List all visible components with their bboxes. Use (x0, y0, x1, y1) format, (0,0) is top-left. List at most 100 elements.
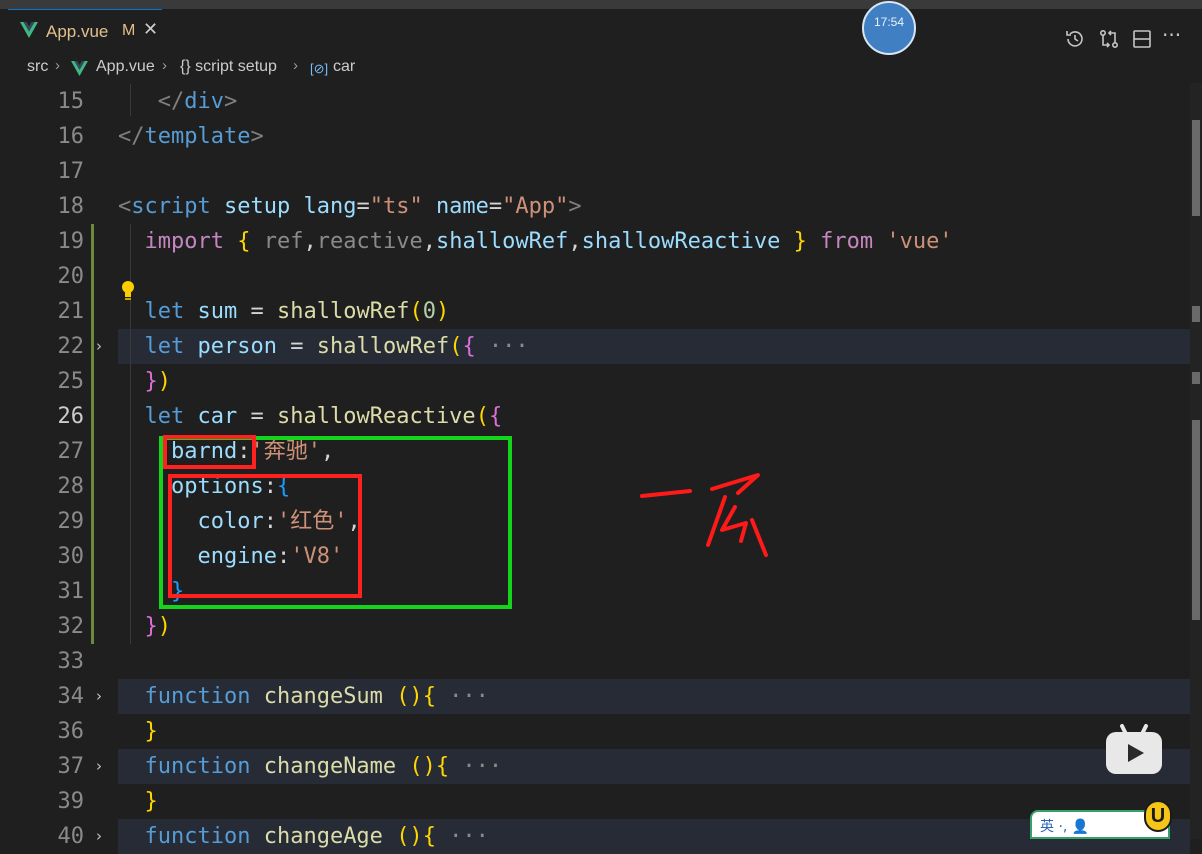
code-token: = (488, 194, 503, 219)
code-token: import (144, 229, 224, 254)
code-token: </ (157, 89, 185, 114)
code-token: color (197, 509, 264, 534)
tab-label: App.vue (46, 22, 109, 41)
line-number: 16 (57, 124, 85, 149)
code-line[interactable]: 37 › function changeName (){ ··· (0, 749, 1190, 784)
code-line[interactable]: 25 }) (0, 364, 1190, 399)
line-number: 28 (57, 474, 85, 499)
code-token: , (422, 229, 436, 254)
code-token: shallowReactive (581, 229, 781, 254)
video-play-icon[interactable] (1104, 716, 1164, 776)
code-token: barnd (170, 439, 238, 464)
code-token: let (144, 404, 185, 429)
code-line[interactable]: 17 (0, 154, 1190, 189)
code-token: let (144, 334, 185, 359)
code-token: </ (118, 124, 145, 149)
code-token: , (347, 509, 361, 534)
code-token: ref (263, 229, 304, 254)
code-token: changeName (263, 754, 397, 779)
code-token: ··· (435, 824, 489, 849)
code-line[interactable]: 30 engine:'V8' (0, 539, 1190, 574)
code-token: > (250, 124, 264, 149)
code-line[interactable]: 15 </div> (0, 84, 1190, 119)
code-token: "App" (502, 194, 569, 219)
fold-chevron-icon[interactable]: › (96, 749, 102, 784)
code-token: < (118, 194, 132, 219)
scrollbar-thumb[interactable] (1192, 120, 1200, 216)
close-icon[interactable]: ✕ (143, 19, 158, 40)
code-token: = (276, 334, 317, 359)
line-number: 21 (57, 299, 85, 324)
code-line[interactable]: 31 } (0, 574, 1190, 609)
fold-chevron-icon[interactable]: › (96, 819, 102, 854)
code-line[interactable]: 16 </template> (0, 119, 1190, 154)
code-line[interactable]: 19 import { ref,reactive,shallowRef,shal… (0, 224, 1190, 259)
code-token: let (144, 299, 185, 324)
clock-badge: 17:54 (862, 1, 916, 55)
code-line[interactable]: 21 let sum = shallowRef(0) (0, 294, 1190, 329)
code-line[interactable]: 33 (0, 644, 1190, 679)
code-token: , (320, 439, 335, 464)
vue-icon (20, 22, 38, 38)
code-token: : (237, 439, 251, 464)
code-line[interactable]: 34 › function changeSum (){ ··· (0, 679, 1190, 714)
line-number: 33 (57, 649, 85, 674)
code-text: }) (118, 609, 172, 644)
code-line[interactable]: 29 color:'红色', (0, 504, 1190, 539)
code-line[interactable]: 40 › function changeAge (){ ··· (0, 819, 1190, 854)
timeline-icon[interactable] (1063, 27, 1087, 51)
ime-badge[interactable]: U (1144, 800, 1172, 832)
code-token: : (276, 544, 291, 569)
code-line[interactable]: 20 (0, 259, 1190, 294)
code-token: , (568, 229, 582, 254)
breadcrumb-script-setup[interactable]: {} script setup (180, 58, 277, 76)
fold-chevron-icon[interactable]: › (96, 679, 102, 714)
code-text: options:{ (118, 469, 290, 504)
code-token: = (237, 299, 277, 324)
code-text: </div> (118, 84, 238, 119)
code-text: engine:'V8' (118, 539, 343, 574)
more-actions-icon[interactable]: ··· (1162, 23, 1186, 47)
code-line[interactable]: 28 options:{ (0, 469, 1190, 504)
breadcrumb-car[interactable]: car (333, 58, 355, 76)
line-number: 34 (57, 684, 85, 709)
code-line[interactable]: 32 }) (0, 609, 1190, 644)
tab-app-vue[interactable]: App.vue M ✕ (8, 9, 162, 53)
code-token: script (131, 194, 211, 219)
code-token: = (237, 404, 277, 429)
code-token: shallowReactive (277, 404, 476, 429)
code-text: let person = shallowRef({ ··· (118, 329, 529, 364)
modified-indicator: M (122, 22, 136, 39)
split-editor-icon[interactable] (1130, 27, 1154, 51)
code-line[interactable]: 36 } (0, 714, 1190, 749)
code-line[interactable]: 18 <script setup lang="ts" name="App"> (0, 189, 1190, 224)
line-number: 30 (57, 544, 85, 569)
line-number: 15 (57, 89, 85, 114)
window-top-strip (0, 0, 1202, 9)
code-token: sum (197, 299, 238, 324)
code-text: } (118, 714, 158, 749)
code-token: ··· (435, 684, 489, 709)
code-line[interactable]: 27 barnd:'奔驰', (0, 434, 1190, 469)
line-number: 19 (57, 229, 85, 254)
code-line[interactable]: 22 › let person = shallowRef({ ··· (0, 329, 1190, 364)
code-token: shallowRef (435, 229, 569, 254)
code-line[interactable]: 39 } (0, 784, 1190, 819)
breadcrumb-src[interactable]: src (27, 58, 48, 76)
lightbulb-icon[interactable] (120, 280, 136, 302)
line-number: 29 (57, 509, 85, 534)
fold-chevron-icon[interactable]: › (96, 329, 102, 364)
breadcrumb-app-vue[interactable]: App.vue (96, 58, 155, 76)
source-control-compare-icon[interactable] (1097, 27, 1121, 51)
code-line[interactable]: 26 let car = shallowReactive({ (0, 399, 1190, 434)
